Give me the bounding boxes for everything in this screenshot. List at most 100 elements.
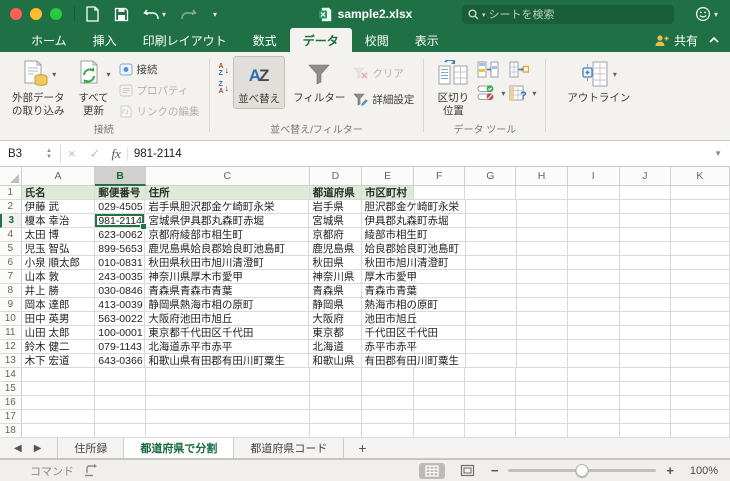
- what-if-analysis-button[interactable]: ? ▾: [509, 84, 536, 102]
- cell-B12[interactable]: 079-1143: [95, 340, 146, 354]
- cell-D1[interactable]: 都道府県: [309, 186, 362, 200]
- ribbon-tab-formulas[interactable]: 数式: [240, 28, 290, 52]
- cell-E14[interactable]: [361, 368, 415, 382]
- cell-I13[interactable]: [567, 354, 620, 368]
- cell-F18[interactable]: [414, 424, 466, 438]
- cell-A7[interactable]: 山本 敦: [21, 270, 96, 284]
- cell-C13[interactable]: 和歌山県有田郡有田川町粟生: [145, 354, 310, 368]
- column-header-I[interactable]: I: [567, 167, 620, 186]
- cell-A8[interactable]: 井上 勝: [21, 284, 96, 298]
- cell-K10[interactable]: [671, 312, 730, 326]
- cell-I16[interactable]: [567, 396, 620, 410]
- column-header-F[interactable]: F: [414, 167, 466, 186]
- data-validation-caret[interactable]: ▾: [501, 89, 505, 98]
- cell-K17[interactable]: [670, 410, 730, 424]
- zoom-slider-thumb[interactable]: [575, 464, 589, 477]
- cell-A14[interactable]: [21, 368, 96, 382]
- cell-B1[interactable]: 郵便番号: [95, 186, 146, 200]
- cell-I14[interactable]: [567, 368, 620, 382]
- normal-view-button[interactable]: [418, 462, 445, 479]
- cell-A5[interactable]: 児玉 智弘: [21, 242, 96, 256]
- formula-input[interactable]: 981-2114: [128, 148, 182, 160]
- cell-H9[interactable]: [516, 298, 568, 312]
- cell-H10[interactable]: [516, 312, 568, 326]
- close-window-button[interactable]: [10, 8, 22, 20]
- cell-I1[interactable]: [567, 186, 620, 200]
- cell-B15[interactable]: [95, 382, 146, 396]
- cell-B3[interactable]: 981-2114: [95, 214, 148, 230]
- cell-I9[interactable]: [567, 298, 620, 312]
- data-validation-button[interactable]: ▾: [477, 84, 505, 102]
- cell-C17[interactable]: [145, 410, 310, 424]
- column-header-H[interactable]: H: [516, 167, 568, 186]
- cell-D6[interactable]: 秋田県: [309, 256, 362, 270]
- cell-F7[interactable]: [414, 270, 466, 284]
- cell-I17[interactable]: [567, 410, 620, 424]
- cell-J4[interactable]: [619, 228, 672, 242]
- cell-A4[interactable]: 太田 博: [21, 228, 96, 242]
- ribbon-tab-review[interactable]: 校閲: [352, 28, 402, 52]
- cell-K14[interactable]: [670, 368, 730, 382]
- cell-A18[interactable]: [21, 424, 96, 438]
- column-header-J[interactable]: J: [619, 167, 671, 186]
- column-header-D[interactable]: D: [309, 167, 363, 186]
- get-external-data-caret[interactable]: ▾: [52, 70, 56, 79]
- row-header-13[interactable]: 13: [0, 354, 22, 368]
- cell-F15[interactable]: [414, 382, 466, 396]
- remove-duplicates-button[interactable]: [509, 60, 536, 78]
- cell-K2[interactable]: [671, 200, 730, 214]
- cell-K13[interactable]: [671, 354, 730, 368]
- cell-C2[interactable]: 岩手県胆沢郡金ケ崎町永栄: [145, 200, 310, 214]
- cell-J16[interactable]: [619, 396, 671, 410]
- cell-K5[interactable]: [671, 242, 730, 256]
- cell-A3[interactable]: 榎本 幸治: [21, 214, 96, 228]
- advanced-filter-button[interactable]: 詳細設定: [353, 90, 414, 108]
- cell-K18[interactable]: [670, 424, 730, 438]
- cell-H13[interactable]: [516, 354, 568, 368]
- column-header-A[interactable]: A: [21, 167, 96, 186]
- cell-J11[interactable]: [619, 326, 672, 340]
- row-header-11[interactable]: 11: [0, 326, 22, 340]
- cell-D11[interactable]: 東京都: [309, 326, 362, 340]
- cell-F10[interactable]: [414, 312, 466, 326]
- cell-D2[interactable]: 岩手県: [309, 200, 362, 214]
- undo-button[interactable]: ▾: [143, 7, 166, 21]
- cell-A1[interactable]: 氏名: [21, 186, 96, 200]
- cell-F1[interactable]: [414, 186, 466, 200]
- row-header-10[interactable]: 10: [0, 312, 22, 326]
- row-header-17[interactable]: 17: [0, 410, 22, 424]
- cell-B9[interactable]: 413-0039: [95, 298, 146, 312]
- column-header-C[interactable]: C: [145, 167, 310, 186]
- share-button[interactable]: 共有: [654, 32, 698, 49]
- search-input[interactable]: [488, 8, 639, 21]
- filter-button[interactable]: フィルター: [289, 56, 349, 107]
- cell-G15[interactable]: [465, 382, 517, 396]
- cell-K8[interactable]: [671, 284, 730, 298]
- cell-K6[interactable]: [671, 256, 730, 270]
- cell-C5[interactable]: 鹿児島県姶良郡姶良町池島町: [145, 242, 310, 256]
- refresh-all-caret[interactable]: ▾: [107, 70, 111, 79]
- minimize-window-button[interactable]: [30, 8, 42, 20]
- cell-G3[interactable]: [465, 214, 517, 228]
- cell-G6[interactable]: [465, 256, 517, 270]
- name-box[interactable]: B3: [0, 148, 46, 160]
- cell-J10[interactable]: [619, 312, 672, 326]
- cell-G11[interactable]: [465, 326, 517, 340]
- cell-B17[interactable]: [95, 410, 146, 424]
- row-header-9[interactable]: 9: [0, 298, 22, 312]
- cell-J3[interactable]: [619, 214, 672, 228]
- cell-J12[interactable]: [619, 340, 672, 354]
- insert-function-icon[interactable]: fx: [107, 146, 126, 162]
- row-header-6[interactable]: 6: [0, 256, 22, 270]
- cell-H17[interactable]: [516, 410, 568, 424]
- redo-button[interactable]: [180, 7, 197, 21]
- cell-B14[interactable]: [95, 368, 146, 382]
- macro-record-icon[interactable]: [84, 464, 98, 477]
- cell-E13[interactable]: 有田郡有田川町粟生: [361, 354, 459, 368]
- cell-G18[interactable]: [465, 424, 517, 438]
- cell-I6[interactable]: [567, 256, 620, 270]
- clear-filter-button[interactable]: クリア: [353, 64, 414, 82]
- zoom-out-button[interactable]: −: [491, 463, 499, 478]
- cell-D17[interactable]: [309, 410, 362, 424]
- cell-D13[interactable]: 和歌山県: [309, 354, 362, 368]
